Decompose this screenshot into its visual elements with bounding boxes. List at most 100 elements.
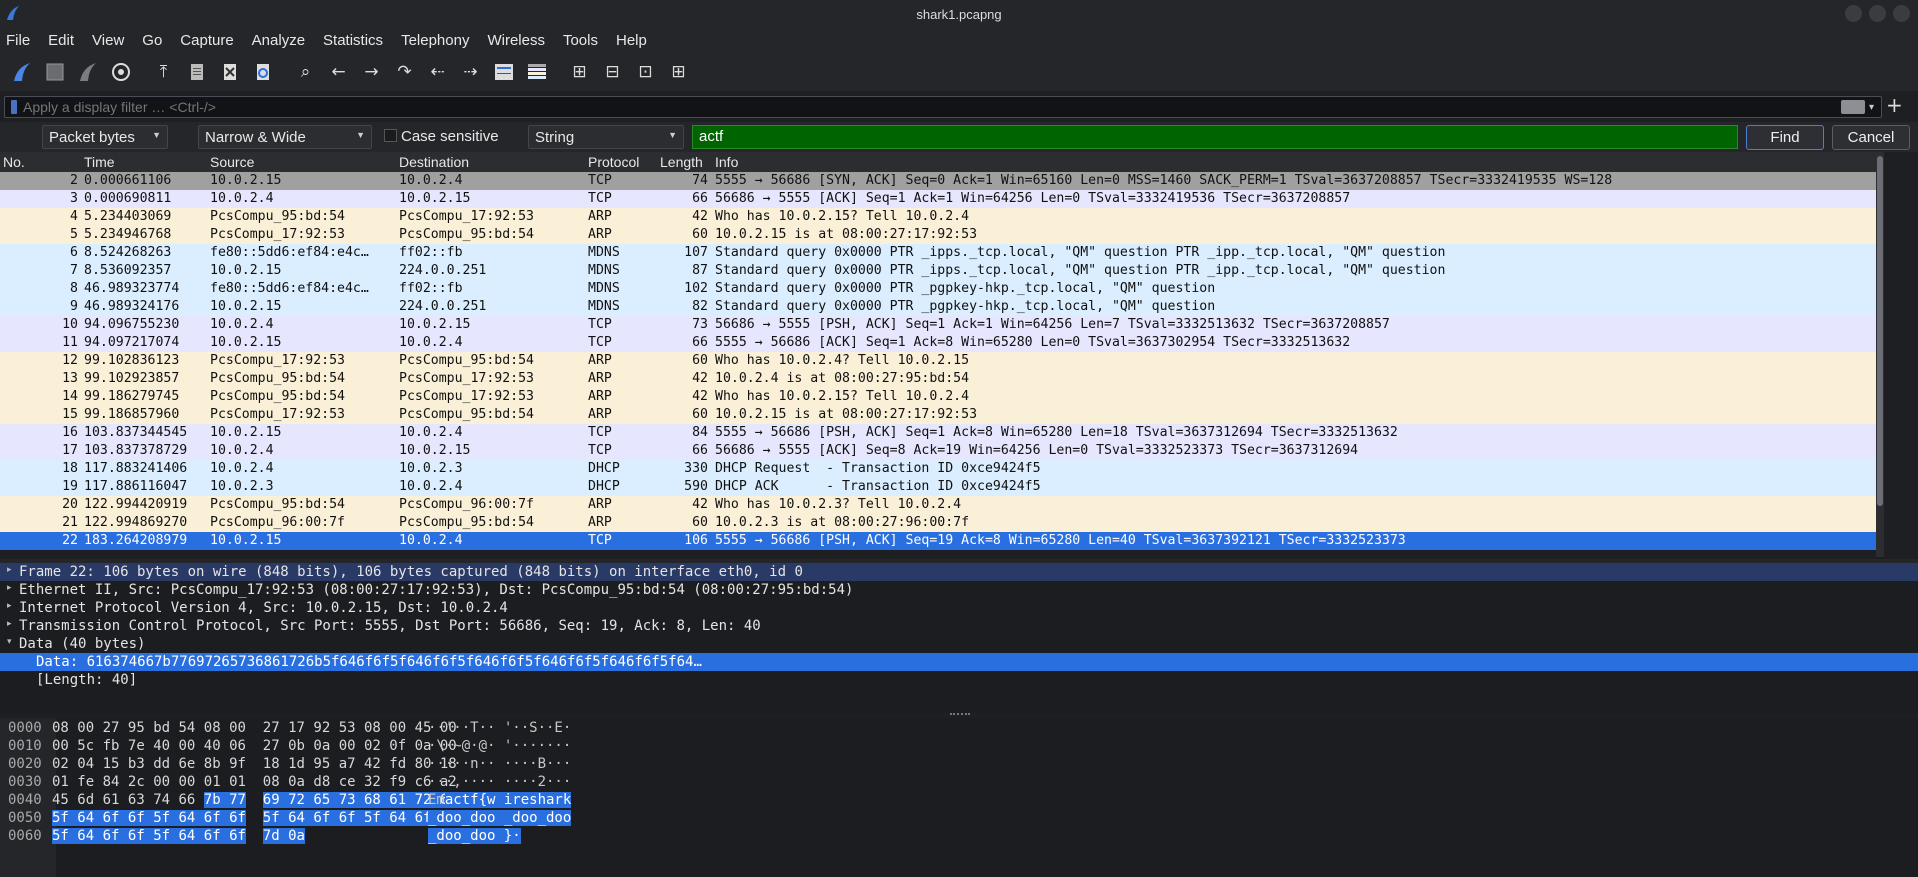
first-packet-icon[interactable]: ⇠ (424, 59, 451, 86)
resize-columns-icon[interactable]: ⊞ (665, 59, 692, 86)
detail-tree-item[interactable]: ▸ Ethernet II, Src: PcsCompu_17:92:53 (08… (0, 581, 1918, 599)
column-header-destination[interactable]: Destination (399, 154, 469, 170)
bytes-hex[interactable]: 02 04 15 b3 dd 6e 8b 9f 18 1d 95 a7 42 f… (52, 756, 457, 772)
packet-row[interactable]: 4 5.234403069 PcsCompu_95:bd:54 PcsCompu_17… (0, 208, 1878, 226)
packet-row[interactable]: 8 46.989323774 fe80::5dd6:ef84:e4c… ff02::f… (0, 280, 1878, 298)
start-capture-icon[interactable] (8, 59, 35, 86)
bytes-ascii[interactable]: Emactf{w ireshark (428, 792, 572, 808)
packet-row[interactable]: 17 103.837378729 10.0.2.4 10.0.2.15 TCP 66 566… (0, 442, 1878, 460)
menu-capture[interactable]: Capture (178, 32, 235, 49)
go-back-icon[interactable]: ← (325, 59, 352, 86)
packet-row[interactable]: 2 0.000661106 10.0.2.15 10.0.2.4 TCP 74 5555 →… (0, 172, 1878, 190)
display-filter-input[interactable] (23, 99, 1841, 115)
column-header-info[interactable]: Info (715, 154, 738, 170)
apply-filter-arrow-icon[interactable] (1841, 100, 1865, 114)
packet-list-scrollbar[interactable] (1876, 152, 1884, 557)
bytes-hex[interactable]: 08 00 27 95 bd 54 08 00 27 17 92 53 08 0… (52, 720, 457, 736)
close-button[interactable] (1893, 5, 1910, 22)
packet-row[interactable]: 16 103.837344545 10.0.2.15 10.0.2.4 TCP 84 555… (0, 424, 1878, 442)
column-header-source[interactable]: Source (210, 154, 254, 170)
packet-row[interactable]: 7 8.536092357 10.0.2.15 224.0.0.251 MDNS 87 St… (0, 262, 1878, 280)
go-forward-icon[interactable]: → (358, 59, 385, 86)
collapsed-chevron-icon[interactable]: ▸ (7, 583, 12, 593)
bytes-ascii[interactable]: ··'··T·· '··S··E· (428, 720, 571, 736)
detail-tree-item[interactable]: ▸ Transmission Control Protocol, Src Port… (0, 617, 1918, 635)
filter-history-dropdown-icon[interactable]: ▾ (1869, 102, 1881, 113)
maximize-button[interactable] (1869, 5, 1886, 22)
packet-row[interactable]: 21 122.994869270 PcsCompu_96:00:7f PcsCompu… (0, 514, 1878, 532)
packet-row[interactable]: 5 5.234946768 PcsCompu_17:92:53 PcsCompu_95… (0, 226, 1878, 244)
go-to-packet-icon[interactable]: ↷ (391, 59, 418, 86)
close-file-icon[interactable] (216, 59, 243, 86)
menu-edit[interactable]: Edit (46, 32, 76, 49)
autoscroll-icon[interactable] (490, 59, 517, 86)
packet-row[interactable]: 20 122.994420919 PcsCompu_95:bd:54 PcsCompu… (0, 496, 1878, 514)
search-in-select[interactable]: Packet bytes ▼ (42, 125, 168, 149)
charset-select[interactable]: Narrow & Wide ▼ (198, 125, 372, 149)
packet-row[interactable]: 18 117.883241406 10.0.2.4 10.0.2.3 DHCP 330 DH… (0, 460, 1878, 478)
bytes-ascii[interactable]: ·\·~@·@· '······· (428, 738, 571, 754)
file-set-icon[interactable] (183, 59, 210, 86)
zoom-out-icon[interactable]: ⊟ (599, 59, 626, 86)
bytes-ascii[interactable]: _doo_doo _doo_doo (428, 810, 572, 826)
column-header-no[interactable]: No. (3, 154, 25, 170)
packet-row[interactable]: 19 117.886116047 10.0.2.3 10.0.2.4 DHCP 590 DH… (0, 478, 1878, 496)
find-button[interactable]: Find (1746, 125, 1824, 150)
packet-row[interactable]: 14 99.186279745 PcsCompu_95:bd:54 PcsCompu_… (0, 388, 1878, 406)
packet-row[interactable]: 10 94.096755230 10.0.2.4 10.0.2.15 TCP 73 5668… (0, 316, 1878, 334)
scrollbar-thumb[interactable] (1877, 156, 1883, 506)
detail-tree-item[interactable]: Data: 616374667b77697265736861726b5f646f… (0, 653, 1918, 671)
menu-wireless[interactable]: Wireless (485, 32, 547, 49)
colorize-icon[interactable] (523, 59, 550, 86)
capture-options-gear-icon[interactable] (107, 59, 134, 86)
normal-size-icon[interactable]: ⊡ (632, 59, 659, 86)
packet-row[interactable]: 12 99.102836123 PcsCompu_17:92:53 PcsCompu_… (0, 352, 1878, 370)
packet-row[interactable]: 15 99.186857960 PcsCompu_17:92:53 PcsCompu_… (0, 406, 1878, 424)
bytes-hex[interactable]: 00 5c fb 7e 40 00 40 06 27 0b 0a 00 02 0… (52, 738, 457, 754)
detail-tree-item[interactable]: ▾ Data (40 bytes) (0, 635, 1918, 653)
restart-capture-icon[interactable] (74, 59, 101, 86)
menu-help[interactable]: Help (614, 32, 649, 49)
bytes-ascii[interactable]: ···,···· ····2··· (428, 774, 571, 790)
packet-row[interactable]: 6 8.524268263 fe80::5dd6:ef84:e4c… ff02::fb… (0, 244, 1878, 262)
menu-statistics[interactable]: Statistics (321, 32, 385, 49)
menu-analyze[interactable]: Analyze (250, 32, 307, 49)
detail-tree-item[interactable]: ▸ Internet Protocol Version 4, Src: 10.0.… (0, 599, 1918, 617)
zoom-in-icon[interactable]: ⊞ (566, 59, 593, 86)
stop-capture-icon[interactable] (41, 59, 68, 86)
last-packet-icon[interactable]: ⇢ (457, 59, 484, 86)
bookmark-icon[interactable] (11, 100, 17, 114)
collapsed-chevron-icon[interactable]: ▸ (7, 601, 12, 611)
search-type-select[interactable]: String ▼ (528, 125, 684, 149)
column-header-protocol[interactable]: Protocol (588, 154, 639, 170)
packet-row[interactable]: 11 94.097217074 10.0.2.15 10.0.2.4 TCP 66 5555… (0, 334, 1878, 352)
menu-file[interactable]: File (4, 32, 32, 49)
menu-go[interactable]: Go (140, 32, 164, 49)
menu-view[interactable]: View (90, 32, 126, 49)
column-header-length[interactable]: Length (660, 154, 703, 170)
cancel-button[interactable]: Cancel (1832, 125, 1910, 150)
bytes-hex[interactable]: 5f 64 6f 6f 5f 64 6f 6f 7d 0a (52, 828, 305, 844)
bytes-ascii[interactable]: _doo_doo }· (428, 828, 521, 844)
packet-row[interactable]: 22 183.264208979 10.0.2.15 10.0.2.4 TCP 106 55… (0, 532, 1878, 550)
find-packet-icon[interactable]: ⌕ (292, 59, 319, 86)
expanded-chevron-icon[interactable]: ▾ (7, 637, 12, 647)
minimize-button[interactable] (1845, 5, 1862, 22)
case-sensitive-checkbox[interactable] (384, 129, 397, 142)
find-query-input[interactable]: actf (692, 125, 1738, 149)
menu-tools[interactable]: Tools (561, 32, 600, 49)
column-header-time[interactable]: Time (84, 154, 115, 170)
collapsed-chevron-icon[interactable]: ▸ (7, 565, 12, 575)
open-file-icon[interactable]: ⤒ (150, 59, 177, 86)
collapsed-chevron-icon[interactable]: ▸ (7, 619, 12, 629)
detail-tree-item[interactable]: ▸ Frame 22: 106 bytes on wire (848 bits),… (0, 563, 1918, 581)
packet-row[interactable]: 9 46.989324176 10.0.2.15 224.0.0.251 MDNS 82 S… (0, 298, 1878, 316)
bytes-hex[interactable]: 01 fe 84 2c 00 00 01 01 08 0a d8 ce 32 f… (52, 774, 457, 790)
menu-telephony[interactable]: Telephony (399, 32, 471, 49)
packet-row[interactable]: 13 99.102923857 PcsCompu_95:bd:54 PcsCompu_… (0, 370, 1878, 388)
reload-file-icon[interactable] (249, 59, 276, 86)
add-filter-button-icon[interactable]: + (1886, 93, 1903, 117)
bytes-ascii[interactable]: ·····n·· ····B··· (428, 756, 571, 772)
packet-row[interactable]: 3 0.000690811 10.0.2.4 10.0.2.15 TCP 66 56686 … (0, 190, 1878, 208)
bytes-hex[interactable]: 5f 64 6f 6f 5f 64 6f 6f 5f 64 6f 6f 5f 6… (52, 810, 457, 826)
